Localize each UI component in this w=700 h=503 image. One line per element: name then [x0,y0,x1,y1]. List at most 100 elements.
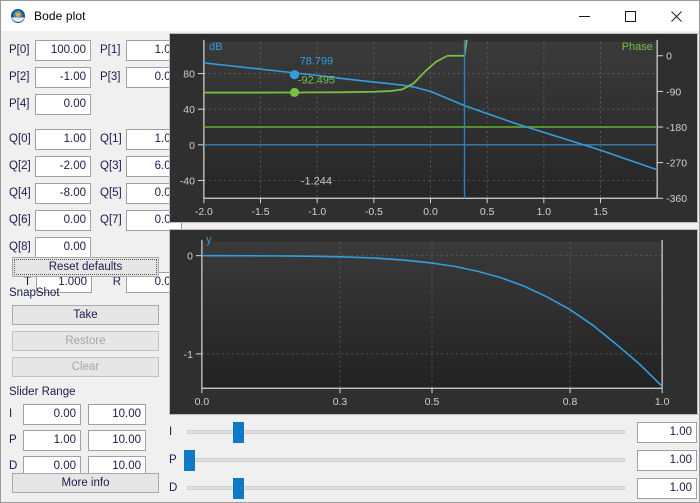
svg-text:1.0: 1.0 [655,397,670,408]
svg-text:0.0: 0.0 [423,207,438,218]
svg-text:-0.5: -0.5 [365,207,383,218]
svg-text:0: 0 [187,252,193,263]
slider-label-d: D [169,482,178,494]
svg-text:0.5: 0.5 [425,397,440,408]
svg-text:0.0: 0.0 [195,397,210,408]
param-input-p4[interactable]: 0.00 [35,93,91,115]
param-row-p0-p1: P[0] 100.00 P[1] 1.00 [9,39,182,61]
slider-thumb-i[interactable] [232,422,244,443]
svg-text:1.0: 1.0 [537,207,552,218]
slider-track-d[interactable] [187,478,625,499]
bode-plot-window: Bode plot P[0] 100.00 P[1] 1.00 P[2] -1.… [0,0,700,503]
param-label-q0: Q[0] [9,133,31,145]
reset-defaults-button[interactable]: Reset defaults [12,257,159,277]
param-row-q2-q3: Q[2] -2.00 Q[3] 6.00 [9,155,182,177]
slider-range-min-i[interactable]: 0.00 [23,403,81,425]
param-label-p0: P[0] [9,44,30,56]
step-response-chart[interactable]: 0.0 0.3 0.5 0.8 1.0 0 -1 y [169,229,698,415]
svg-text:40: 40 [183,105,195,116]
slider-range-label-i: I [9,408,13,420]
param-row-p4: P[4] 0.00 [9,93,91,115]
svg-text:-1.5: -1.5 [252,207,270,218]
param-input-q4[interactable]: -8.00 [35,182,91,204]
param-row-q4-q5: Q[4] -8.00 Q[5] 0.00 [9,182,182,204]
snapshot-clear-button[interactable]: Clear [12,357,159,377]
param-label-p3: P[3] [100,71,121,83]
slider-row-d: D 1.00 [169,475,699,501]
slider-range-row-p: P 1.00 10.00 [9,429,146,451]
svg-text:-40: -40 [180,176,195,187]
svg-text:1.5: 1.5 [593,207,608,218]
svg-text:y: y [206,234,212,246]
snapshot-section-label: SnapShot [9,287,60,299]
param-label-p4: P[4] [9,98,30,110]
minimize-button[interactable] [561,1,607,31]
svg-text:0: 0 [666,52,672,63]
param-label-p2: P[2] [9,71,30,83]
title-bar: Bode plot [1,1,699,31]
maximize-button[interactable] [607,1,653,31]
svg-text:-360: -360 [666,194,687,205]
svg-text:-90: -90 [666,87,681,98]
slider-range-row-i: I 0.00 10.00 [9,403,146,425]
param-label-q4: Q[4] [9,187,31,199]
window-title: Bode plot [34,9,86,23]
param-input-p2[interactable]: -1.00 [35,66,91,88]
svg-text:0: 0 [189,141,195,152]
slider-row-p: P 1.00 [169,447,699,473]
svg-text:Phase: Phase [622,41,653,53]
svg-text:-1.244: -1.244 [301,175,332,187]
slider-track-p[interactable] [184,450,625,471]
slider-row-i: I 1.00 [169,419,699,445]
svg-text:78.799: 78.799 [300,56,333,68]
param-label-q3: Q[3] [100,160,122,172]
svg-text:-1: -1 [184,350,193,361]
param-label-q8: Q[8] [9,241,31,253]
svg-text:-180: -180 [666,123,687,134]
param-label-q6: Q[6] [9,214,31,226]
param-row-q8: Q[8] 0.00 [9,236,91,258]
more-info-button[interactable]: More info [12,473,159,493]
slider-label-i: I [169,426,173,438]
param-input-q8[interactable]: 0.00 [35,236,91,258]
snapshot-restore-button[interactable]: Restore [12,331,159,351]
slider-range-min-p[interactable]: 1.00 [23,429,81,451]
snapshot-take-button[interactable]: Take [12,305,159,325]
param-label-r: R [112,276,121,288]
svg-text:0.5: 0.5 [480,207,495,218]
svg-text:dB: dB [209,41,222,53]
slider-value-p[interactable]: 1.00 [637,449,697,471]
slider-range-label-d: D [9,460,18,472]
slider-range-label-p: P [9,434,17,446]
slider-value-d[interactable]: 1.00 [637,477,697,499]
slider-track-i[interactable] [187,422,625,443]
slider-value-i[interactable]: 1.00 [637,421,697,443]
slider-range-max-p[interactable]: 10.00 [88,429,146,451]
svg-text:-92.495: -92.495 [298,75,335,87]
param-row-q0-q1: Q[0] 1.00 Q[1] 1.00 [9,128,182,150]
svg-text:-1.0: -1.0 [308,207,326,218]
bode-app-icon [10,8,26,24]
slider-label-p: P [169,454,177,466]
param-row-p2-p3: P[2] -1.00 P[3] 0.00 [9,66,182,88]
slider-range-max-i[interactable]: 10.00 [88,403,146,425]
svg-text:80: 80 [183,70,195,81]
param-row-q6-q7: Q[6] 0.00 Q[7] 0.00 [9,209,182,231]
param-label-q7: Q[7] [100,214,122,226]
slider-thumb-p[interactable] [184,450,196,471]
window-controls [561,1,699,31]
parameter-panel: P[0] 100.00 P[1] 1.00 P[2] -1.00 P[3] 0.… [1,31,182,502]
svg-text:-2.0: -2.0 [195,207,213,218]
svg-text:0.3: 0.3 [333,397,348,408]
param-input-q6[interactable]: 0.00 [35,209,91,231]
param-input-q2[interactable]: -2.00 [35,155,91,177]
param-input-p0[interactable]: 100.00 [35,39,91,61]
param-label-p1: P[1] [100,44,121,56]
slider-thumb-d[interactable] [232,478,244,499]
param-label-q2: Q[2] [9,160,31,172]
svg-text:0.8: 0.8 [563,397,578,408]
param-input-q0[interactable]: 1.00 [35,128,91,150]
bode-plot-chart[interactable]: -2.0 -1.5 -1.0 -0.5 0.0 0.5 1.0 1.5 80 40 0 -40 0 -90… [169,33,698,223]
close-button[interactable] [653,1,699,31]
slider-range-section-label: Slider Range [9,386,76,398]
